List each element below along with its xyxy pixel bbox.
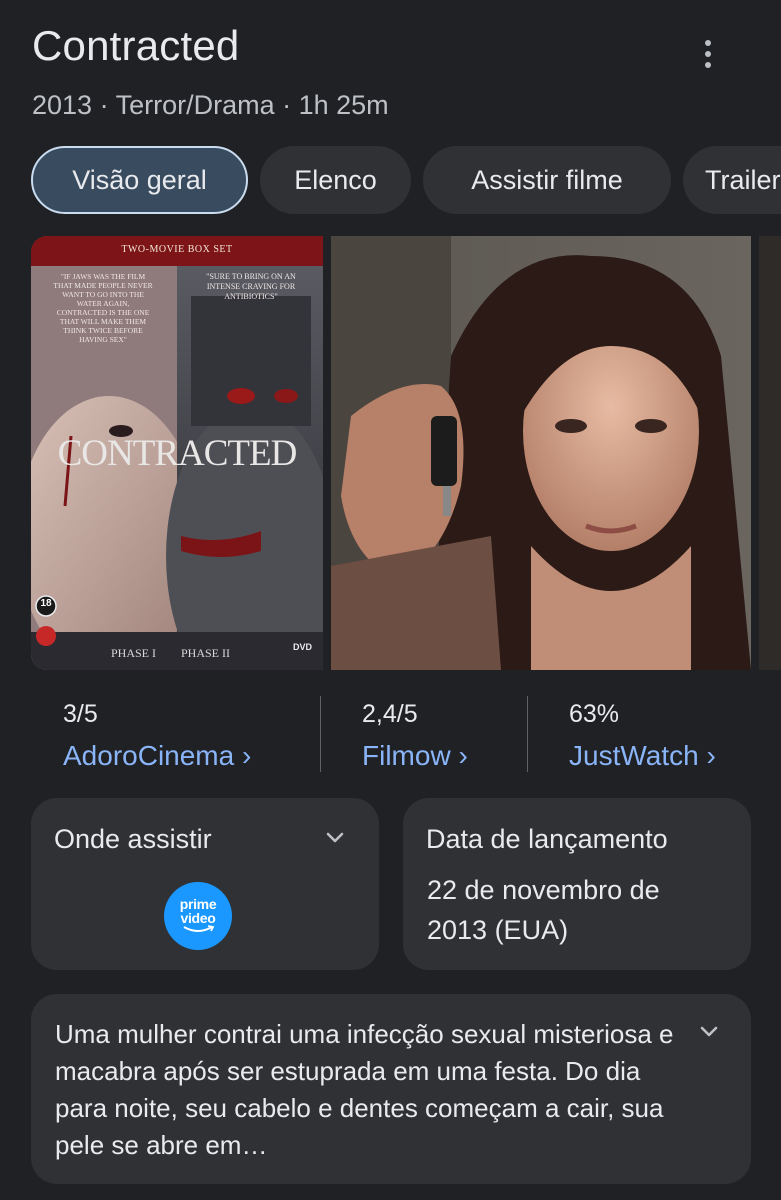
chevron-down-icon[interactable] [697, 1020, 721, 1044]
release-date-value: 22 de novembro de 2013 (EUA) [427, 875, 660, 945]
dvd-logo: DVD [293, 642, 313, 652]
movie-still-partial-image[interactable] [759, 236, 781, 670]
smile-icon [183, 925, 215, 932]
where-to-watch-card[interactable]: Onde assistir prime video [31, 798, 379, 970]
card-title: Onde assistir [54, 824, 212, 854]
divider [320, 696, 321, 772]
rating-score: 63% [569, 700, 620, 728]
poster-quote-right: "SURE TO BRING ON AN INTENSE CRAVING FOR… [206, 272, 296, 301]
movie-subtitle: 2013 · Terror/Drama · 1h 25m [32, 90, 389, 120]
divider [527, 696, 528, 772]
tab-label: Assistir filme [471, 164, 623, 195]
poster-quote-left: "IF JAWS WAS THE FILM THAT MADE PEOPLE N… [53, 272, 153, 344]
tab-label: Visão geral [72, 164, 207, 195]
provider-label: video [180, 910, 216, 926]
movie-still-image[interactable] [331, 236, 751, 670]
tab-label: Trailer [705, 164, 781, 195]
phase-two-label: PHASE II [181, 646, 231, 660]
movie-still-art [331, 236, 751, 670]
box-set-label: TWO-MOVIE BOX SET [121, 244, 233, 255]
tab-overview[interactable]: Visão geral [31, 146, 248, 214]
rating-source-link[interactable]: AdoroCinema › [63, 740, 251, 772]
tab-bar: Visão geral Elenco Assistir filme Traile… [31, 146, 781, 214]
rating-source-link[interactable]: Filmow › [362, 740, 468, 772]
phase-one-label: PHASE I [111, 646, 157, 660]
dvd-cover-image[interactable]: TWO-MOVIE BOX SET "IF JAWS WAS THE FILM … [31, 236, 323, 670]
rating-justwatch[interactable]: 63% JustWatch › [569, 690, 749, 780]
age-rating-badge: 18 [40, 598, 52, 609]
rating-filmow[interactable]: 2,4/5 Filmow › [362, 690, 522, 780]
description-card[interactable]: Uma mulher contrai uma infecção sexual m… [31, 994, 751, 1184]
chevron-down-icon[interactable] [323, 826, 347, 850]
image-gallery[interactable]: TWO-MOVIE BOX SET "IF JAWS WAS THE FILM … [31, 236, 781, 670]
rating-score: 2,4/5 [362, 700, 418, 728]
tab-label: Elenco [294, 164, 377, 195]
tab-trailer[interactable]: Trailer [683, 146, 781, 214]
card-title: Data de lançamento [426, 824, 668, 854]
rating-adorocinema[interactable]: 3/5 AdoroCinema › [63, 690, 323, 780]
ratings-row: 3/5 AdoroCinema › 2,4/5 Filmow › 63% Jus… [31, 690, 751, 780]
description-text: Uma mulher contrai uma infecção sexual m… [55, 1019, 674, 1160]
tab-watch-movie[interactable]: Assistir filme [423, 146, 671, 214]
release-date-card[interactable]: Data de lançamento 22 de novembro de 201… [403, 798, 751, 970]
tab-cast[interactable]: Elenco [260, 146, 411, 214]
rating-source-link[interactable]: JustWatch › [569, 740, 716, 772]
provider-label: prime [179, 896, 217, 912]
prime-video-icon[interactable]: prime video [164, 882, 232, 950]
page-title: Contracted [32, 22, 240, 69]
more-options-icon[interactable] [690, 34, 726, 74]
rating-score: 3/5 [63, 700, 98, 728]
poster-title: CONTRACTED [57, 433, 298, 474]
